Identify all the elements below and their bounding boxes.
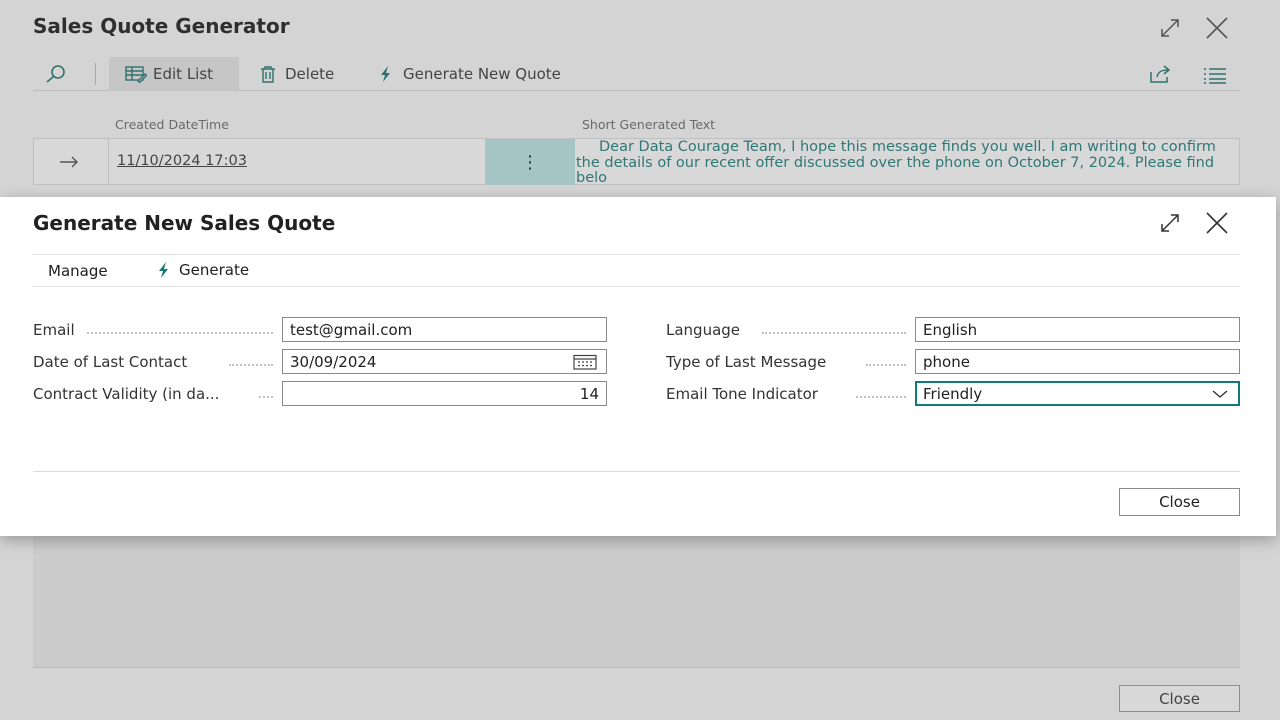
short-generated-text: Dear Data Courage Team, I hope this mess… [576,139,1216,186]
email-field[interactable]: test@gmail.com [282,317,607,342]
list-empty-area [33,536,1240,668]
generate-quote-dialog: Generate New Sales Quote Manage Generate… [0,197,1276,536]
expand-icon[interactable] [1158,16,1182,40]
column-header-short-text[interactable]: Short Generated Text [582,117,715,132]
generate-button[interactable]: Generate [155,261,249,279]
close-icon[interactable] [1205,16,1229,40]
close-icon[interactable] [1205,211,1229,235]
delete-button[interactable]: Delete [257,57,334,91]
date-last-contact-field[interactable]: 30/09/2024 [282,349,607,374]
lightning-icon [375,65,397,83]
dialog-action-bar: Manage Generate [33,254,1240,287]
language-label: Language [666,321,906,339]
email-tone-value: Friendly [923,384,983,403]
row-divider [108,139,109,185]
email-label: Email [33,321,273,339]
toolbar-separator [95,63,96,85]
list-icon[interactable] [1203,65,1227,85]
manage-menu[interactable]: Manage [48,262,108,280]
arrow-right-icon[interactable] [56,152,82,172]
edit-list-button[interactable]: Edit List [109,57,239,91]
email-tone-select[interactable]: Friendly [915,381,1240,406]
generate-label: Generate [179,261,250,279]
calendar-icon[interactable] [573,354,597,370]
generate-new-quote-label: Generate New Quote [403,65,561,83]
email-tone-label: Email Tone Indicator [666,385,906,403]
dialog-title: Generate New Sales Quote [33,211,336,235]
delete-label: Delete [285,65,335,83]
chevron-down-icon[interactable] [1211,388,1229,400]
share-icon[interactable] [1149,64,1173,84]
search-icon[interactable] [43,64,69,84]
page-title: Sales Quote Generator [33,14,290,38]
edit-list-icon [125,65,147,83]
type-last-message-field[interactable]: phone [915,349,1240,374]
action-bar: Edit List Delete Generate New Quote [33,57,1240,91]
dialog-footer-divider [33,471,1240,472]
dialog-close-button[interactable]: Close [1119,488,1240,516]
column-header-created[interactable]: Created DateTime [115,117,229,132]
contract-validity-field[interactable]: 14 [282,381,607,406]
lightning-icon [155,262,173,278]
page-close-button[interactable]: Close [1119,685,1240,712]
type-last-message-label: Type of Last Message [666,353,906,371]
generate-new-quote-button[interactable]: Generate New Quote [375,57,561,91]
row-menu-button[interactable]: ⋮ [485,139,575,185]
trash-icon [257,65,279,83]
created-datetime-link[interactable]: 11/10/2024 17:03 [117,153,247,169]
table-row[interactable]: 11/10/2024 17:03 ⋮ Dear Data Courage Tea… [33,138,1240,186]
language-field[interactable]: English [915,317,1240,342]
date-last-contact-value: 30/09/2024 [290,352,377,371]
edit-list-label: Edit List [153,65,214,83]
expand-icon[interactable] [1158,211,1182,235]
date-last-contact-label: Date of Last Contact [33,353,273,371]
contract-validity-label: Contract Validity (in da... [33,385,273,403]
